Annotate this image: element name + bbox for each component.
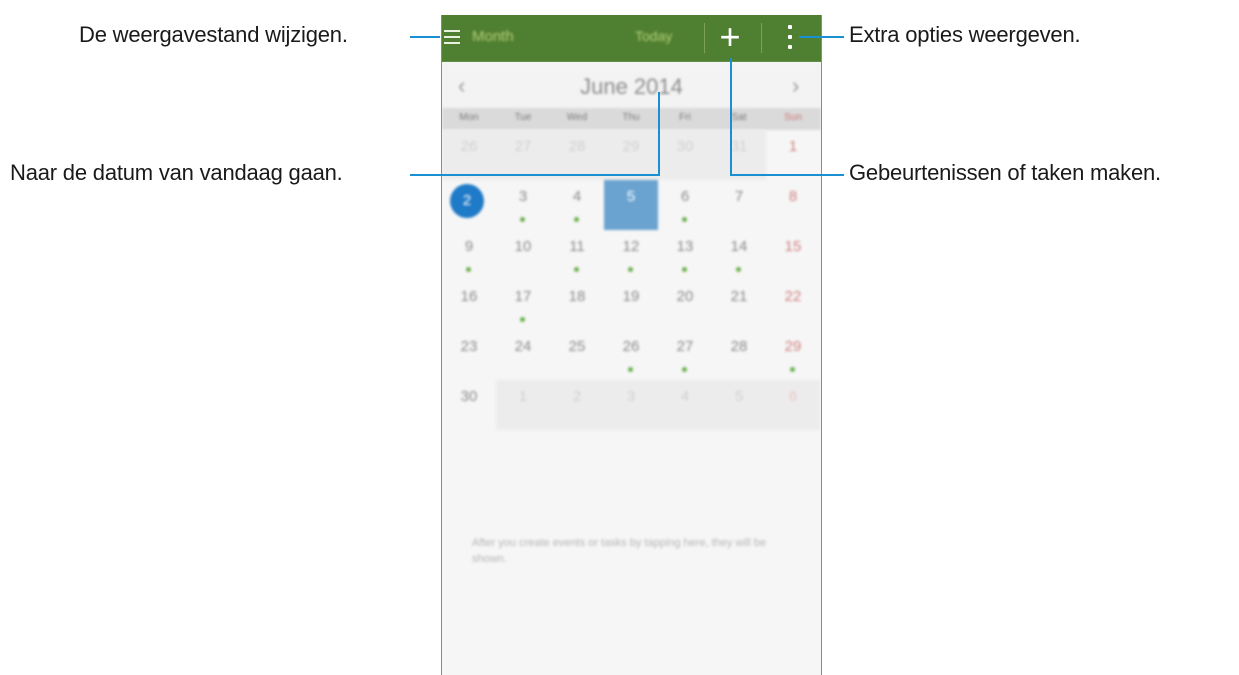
day-cell[interactable]: 24 [496,330,550,380]
callout-line [799,36,844,38]
day-cell[interactable]: 7 [712,180,766,230]
event-dot [682,217,687,222]
day-number: 4 [572,188,582,205]
day-cell[interactable]: 26 [442,130,496,180]
weekday-label: Sun [784,112,802,123]
day-cell[interactable]: 30 [658,130,712,180]
hamburger-menu-icon[interactable] [444,26,462,48]
day-number: 29 [784,338,802,355]
weekday-label: Tue [514,112,532,123]
day-number: 27 [676,338,694,355]
day-cell[interactable]: 21 [712,280,766,330]
callout-go-today: Naar de datum van vandaag gaan. [10,160,343,185]
event-dot [736,267,741,272]
day-cell[interactable]: 29 [766,330,820,380]
phone-screen: Month Today + ‹ June 2014 › Mon Tue Wed … [441,15,822,675]
day-cell[interactable]: 3 [604,380,658,430]
day-cell[interactable]: 5 [712,380,766,430]
day-cell[interactable]: 13 [658,230,712,280]
callout-line [730,174,844,176]
day-cell[interactable]: 27 [658,330,712,380]
callout-create-event: Gebeurtenissen of taken maken. [849,160,1161,185]
day-cell[interactable]: 11 [550,230,604,280]
day-cell[interactable]: 1 [766,130,820,180]
view-mode-title[interactable]: Month [472,28,514,45]
weekday-header: Mon Tue Wed Thu Fri Sat Sun [442,108,821,130]
day-number: 11 [569,238,585,255]
day-cell[interactable]: 16 [442,280,496,330]
day-cell[interactable]: 6 [766,380,820,430]
next-month-button[interactable]: › [792,73,799,99]
today-button[interactable]: Today [635,28,672,44]
day-cell[interactable]: 20 [658,280,712,330]
day-cell[interactable]: 27 [496,130,550,180]
event-dot [466,267,471,272]
day-number: 26 [622,338,640,355]
selected-day-marker: 2 [450,184,484,218]
day-cell-today[interactable]: 5 [604,180,658,230]
weekday-label: Mon [459,112,479,123]
weekday-label: Sat [731,112,747,123]
day-cell[interactable]: 22 [766,280,820,330]
weekday-label: Fri [679,112,691,123]
more-vert-icon[interactable] [785,25,795,53]
weekday-label: Wed [566,112,588,123]
day-cell[interactable]: 28 [712,330,766,380]
actionbar-divider [761,23,762,53]
day-number: 9 [464,238,474,255]
day-cell[interactable]: 8 [766,180,820,230]
month-label: June 2014 [580,74,683,99]
callout-line [730,58,732,176]
event-dot [574,267,579,272]
day-number: 14 [730,238,748,255]
day-number: 17 [514,288,532,305]
event-dot [790,367,795,372]
day-cell[interactable]: 14 [712,230,766,280]
callout-line [410,36,440,38]
day-cell[interactable]: 23 [442,330,496,380]
day-cell[interactable]: 2 [550,380,604,430]
day-cell[interactable]: 3 [496,180,550,230]
day-cell[interactable]: 30 [442,380,496,430]
day-cell[interactable]: 12 [604,230,658,280]
event-dot [520,217,525,222]
day-cell[interactable]: 10 [496,230,550,280]
day-cell[interactable]: 6 [658,180,712,230]
day-cell[interactable]: 28 [550,130,604,180]
day-cell[interactable]: 4 [658,380,712,430]
day-number: 13 [676,238,694,255]
event-dot [682,267,687,272]
day-cell[interactable]: 18 [550,280,604,330]
day-cell[interactable]: 26 [604,330,658,380]
event-dot [520,317,525,322]
empty-events-message: After you create events or tasks by tapp… [472,537,767,565]
action-bar: Month Today + [442,15,821,62]
add-event-button[interactable]: + [714,19,746,57]
day-cell[interactable]: 25 [550,330,604,380]
day-cell[interactable]: 29 [604,130,658,180]
day-cell[interactable]: 17 [496,280,550,330]
callout-more-options: Extra opties weergeven. [849,22,1081,47]
event-dot [628,367,633,372]
event-dot [628,267,633,272]
day-cell-selected[interactable]: 2 [442,180,496,230]
event-dot [682,367,687,372]
event-dot [574,217,579,222]
day-cell[interactable]: 15 [766,230,820,280]
day-number: 3 [518,188,528,205]
day-cell[interactable]: 19 [604,280,658,330]
actionbar-divider [704,23,705,53]
day-cell[interactable]: 1 [496,380,550,430]
day-number: 12 [622,238,640,255]
callout-line [410,174,660,176]
callout-line [658,92,660,176]
callout-view-mode: De weergavestand wijzigen. [79,22,348,47]
weekday-label: Thu [622,112,640,123]
day-cell[interactable]: 4 [550,180,604,230]
day-cell[interactable]: 31 [712,130,766,180]
day-cell[interactable]: 9 [442,230,496,280]
day-number: 6 [680,188,690,205]
